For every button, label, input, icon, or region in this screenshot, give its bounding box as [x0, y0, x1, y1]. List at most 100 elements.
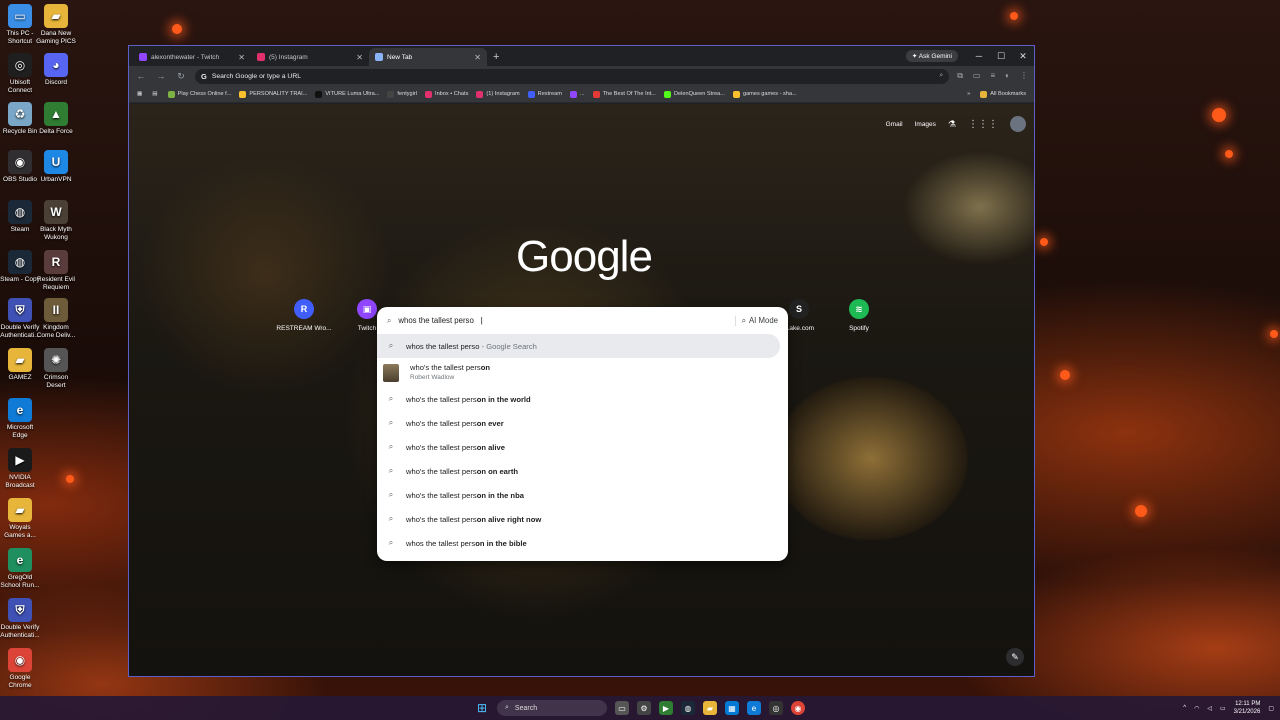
suggestion-item[interactable]: ⌕ who's the tallest person in the nba	[377, 483, 788, 507]
new-tab-button[interactable]: +	[487, 48, 505, 66]
volume-icon[interactable]: ◁	[1207, 705, 1212, 712]
desktop-shortcut[interactable]: ⛨ Double Verify Authenticati...	[0, 598, 40, 640]
desktop-shortcut[interactable]: ◕ Discord	[36, 53, 76, 87]
bookmark-item[interactable]: Restream	[524, 90, 566, 98]
suggestion-item[interactable]: ⌕ who's the tallest person ever	[377, 411, 788, 435]
desktop-shortcut[interactable]: ▰ Dana New Gaming PICS	[36, 4, 76, 46]
reload-icon[interactable]: ↻	[175, 71, 187, 82]
settings-icon[interactable]: ⚙	[637, 701, 651, 715]
suggestion-item[interactable]: ⌕ who's the tallest person in the world	[377, 387, 788, 411]
tab-twitch[interactable]: alexonthewater - Twitch ✕	[133, 48, 251, 66]
steam-taskbar-icon[interactable]: ◍	[681, 701, 695, 715]
desktop-shortcut[interactable]: ◎ Ubisoft Connect	[0, 53, 40, 95]
tab-close-icon[interactable]: ✕	[356, 53, 363, 62]
tab-close-icon[interactable]: ✕	[238, 53, 245, 62]
extensions-icon[interactable]: ⧉	[957, 71, 963, 81]
desktop-shortcut[interactable]: ▭ This PC - Shortcut	[0, 4, 40, 46]
suggestion-entity[interactable]: who's the tallest person Robert Wadlow	[377, 358, 788, 387]
bookmark-item[interactable]: fentygirl	[383, 90, 421, 98]
desktop-shortcut[interactable]: e Microsoft Edge	[0, 398, 40, 440]
suggestion-item[interactable]: ⌕ whos the tallest person in the bible	[377, 531, 788, 555]
bookmark-item[interactable]: games games - sha...	[729, 90, 801, 98]
minimize-icon[interactable]: ─	[968, 51, 990, 61]
bookmark-item[interactable]: (1) Instagram	[472, 90, 523, 98]
more-bookmarks-icon[interactable]: »	[963, 91, 974, 97]
desktop-shortcut[interactable]: ✺ Crimson Desert	[36, 348, 76, 390]
desktop-shortcut[interactable]: ◉ OBS Studio	[0, 150, 40, 184]
desktop-shortcut[interactable]: ▶ NVIDIA Broadcast	[0, 448, 40, 490]
shortcut-restream[interactable]: R RESTREAM Wro...	[274, 299, 334, 332]
close-icon[interactable]: ✕	[1012, 51, 1034, 62]
desktop-shortcut[interactable]: ◍ Steam - Copy	[0, 250, 40, 284]
suggestion-item[interactable]: ⌕ who's the tallest person alive right no…	[377, 507, 788, 531]
tab-new-tab[interactable]: New Tab ✕	[369, 48, 487, 66]
suggestion-google-search[interactable]: ⌕ whos the tallest perso - Google Search	[377, 334, 780, 358]
suggestion-completion: on on earth	[476, 466, 519, 476]
desktop-shortcut[interactable]: e GregOld School Run...	[0, 548, 40, 590]
desktop-shortcut[interactable]: ▲ Delta Force	[36, 102, 76, 136]
bookmark-item[interactable]: VITURE Luma Ultra...	[311, 90, 383, 98]
suggestion-item[interactable]: ⌕ who's the tallest person alive	[377, 435, 788, 459]
edge-taskbar-icon[interactable]: e	[747, 701, 761, 715]
media-icon[interactable]: ≡	[990, 71, 995, 81]
search-input[interactable]: ⌕ whos the tallest perso | ⌕ AI Mode	[377, 307, 788, 334]
bookmark-item[interactable]: Inbox • Chats	[421, 90, 472, 98]
tab-instagram[interactable]: (5) Instagram ✕	[251, 48, 369, 66]
bookmark-item[interactable]: ...	[566, 90, 589, 98]
forward-icon[interactable]: →	[155, 71, 167, 81]
bookmark-item[interactable]: Play Chess Online f...	[164, 90, 236, 98]
gmail-link[interactable]: Gmail	[886, 121, 903, 128]
kingdom-come-icon: II	[44, 298, 68, 322]
clock-date: 3/21/2026	[1233, 709, 1261, 715]
windows-start-icon[interactable]: ⊞	[475, 701, 489, 715]
notification-icon[interactable]: ▢	[1268, 705, 1274, 712]
taskbar-search[interactable]: ⌕ Search	[497, 700, 607, 716]
menu-icon[interactable]: ⋮	[1020, 71, 1028, 81]
ai-mode-button[interactable]: ⌕ AI Mode	[734, 315, 778, 326]
tab-close-icon[interactable]: ✕	[474, 53, 481, 62]
bookmark-favicon-icon	[527, 90, 535, 98]
maximize-icon[interactable]: ☐	[990, 51, 1012, 62]
customize-pencil-icon[interactable]: ✎	[1006, 648, 1024, 666]
desktop-shortcut[interactable]: ▰ Woyals Games a...	[0, 498, 40, 540]
avatar[interactable]	[1010, 116, 1026, 132]
desktop-shortcut[interactable]: ▰ GAMEZ	[0, 348, 40, 382]
nvidia-taskbar-icon[interactable]: ▶	[659, 701, 673, 715]
desktop-shortcut[interactable]: R Resident Evil Requiem	[36, 250, 76, 292]
tab-grid-icon[interactable]: ▤	[148, 91, 161, 97]
wifi-icon[interactable]: ◠	[1194, 705, 1199, 712]
chrome-taskbar-icon[interactable]: ◉	[791, 701, 805, 715]
file-explorer-icon[interactable]: ▰	[703, 701, 717, 715]
profile-icon[interactable]: ◐	[1005, 71, 1010, 81]
app-taskbar-icon[interactable]: ◎	[769, 701, 783, 715]
desktop-shortcut[interactable]: ◉ Google Chrome	[0, 648, 40, 690]
images-link[interactable]: Images	[915, 121, 936, 128]
omnibox[interactable]: G Search Google or type a URL ⌕	[195, 68, 950, 84]
google-apps-icon[interactable]: ⋮⋮⋮	[968, 119, 998, 130]
bookmark-item[interactable]: DelenQueen Strea...	[660, 90, 729, 98]
desktop-shortcut[interactable]: ◍ Steam	[0, 200, 40, 234]
all-bookmarks[interactable]: All Bookmarks	[976, 90, 1030, 98]
cast-icon[interactable]: ▭	[973, 71, 981, 81]
desktop-shortcut[interactable]: II Kingdom Come Deliv...	[36, 298, 76, 340]
bookmark-item[interactable]: PERSONALITY TRAI...	[235, 90, 311, 98]
desktop-shortcut[interactable]: ♻ Recycle Bin	[0, 102, 40, 136]
shortcut-spotify[interactable]: ≋ Spotify	[829, 299, 889, 332]
bookmark-item[interactable]: The Best Of The Int...	[589, 90, 660, 98]
desktop-shortcut[interactable]: ⛨ Double Verify Authenticati...	[0, 298, 40, 340]
chevron-up-icon[interactable]: ^	[1183, 705, 1186, 711]
apps-icon[interactable]: ▦	[133, 91, 146, 97]
task-view-icon[interactable]: ▭	[615, 701, 629, 715]
zoom-icon[interactable]: ⌕	[939, 72, 943, 80]
store-icon[interactable]: ▦	[725, 701, 739, 715]
suggestion-item[interactable]: ⌕ who's the tallest person on earth	[377, 459, 788, 483]
back-icon[interactable]: ←	[135, 71, 147, 81]
ask-gemini-button[interactable]: ✦ Ask Gemini	[905, 50, 958, 62]
system-tray: ^ ◠ ◁ ▭ 12:11 PM 3/21/2026 ▢	[1183, 696, 1274, 720]
delta-force-icon: ▲	[44, 102, 68, 126]
desktop-shortcut[interactable]: W Black Myth Wukong	[36, 200, 76, 242]
desktop-shortcut[interactable]: U UrbanVPN	[36, 150, 76, 184]
labs-icon[interactable]: ⚗	[948, 119, 956, 130]
clock[interactable]: 12:11 PM 3/21/2026	[1234, 700, 1261, 716]
battery-icon[interactable]: ▭	[1220, 705, 1226, 712]
